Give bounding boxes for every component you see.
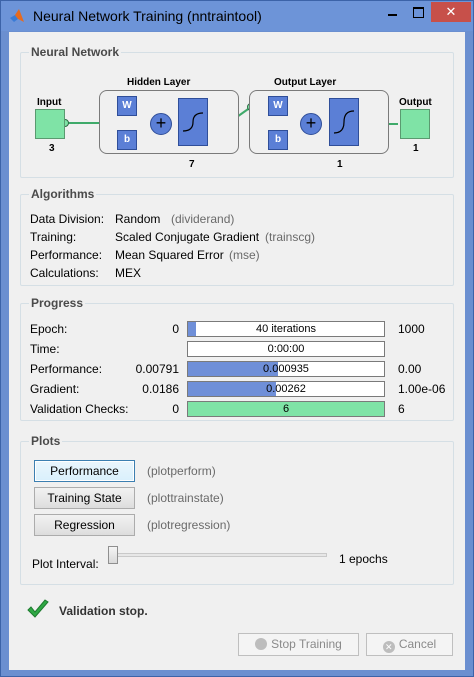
input-size: 3 (49, 143, 55, 154)
algorithms-group: Algorithms Data Division: Random (divide… (20, 187, 454, 286)
hidden-size: 7 (189, 159, 195, 170)
progress-bar-text: 40 iterations (256, 323, 316, 335)
algorithm-key: Calculations: (30, 266, 99, 280)
minimize-button[interactable] (379, 2, 405, 22)
algorithm-function: (dividerand) (171, 212, 235, 226)
hidden-layer-label: Hidden Layer (127, 77, 191, 88)
stop-training-label: Stop Training (271, 637, 342, 651)
algorithm-key: Training: (30, 230, 77, 244)
progress-bar: 40 iterations (187, 321, 385, 337)
group-label: Progress (29, 296, 86, 310)
nntraintool-window: Neural Network Training (nntraintool) ✕ … (0, 0, 474, 677)
performance-plot-button[interactable]: Performance (34, 460, 135, 482)
progress-key: Time: (30, 342, 60, 356)
progress-bar-text: 0.000935 (263, 363, 309, 375)
output-bias-block: b (268, 130, 288, 150)
algorithm-function: (mse) (229, 248, 260, 262)
algorithm-value: MEX (115, 266, 142, 280)
output-size: 1 (413, 143, 419, 154)
sigmoid-icon (182, 112, 204, 132)
progress-start: 0.0186 (142, 382, 179, 396)
plot-interval-value: 1 epochs (339, 552, 388, 566)
progress-start: 0 (172, 322, 179, 336)
stop-training-button[interactable]: Stop Training (238, 633, 359, 656)
plot-function: (plotregression) (147, 518, 231, 532)
progress-end: 6 (398, 402, 405, 416)
plot-function: (plotperform) (147, 464, 216, 478)
algorithm-key: Performance: (30, 248, 103, 262)
output-weight-block: W (268, 96, 288, 116)
progress-start: 0 (172, 402, 179, 416)
input-block (35, 109, 65, 139)
cancel-button[interactable]: ✕ Cancel (366, 633, 453, 656)
title-bar[interactable]: Neural Network Training (nntraintool) ✕ (1, 1, 473, 31)
training-state-plot-button[interactable]: Training State (34, 487, 135, 509)
plot-interval-slider[interactable] (111, 553, 327, 557)
close-button[interactable]: ✕ (431, 2, 471, 22)
progress-bar-text: 6 (282, 403, 290, 415)
checkmark-icon (27, 599, 49, 618)
matlab-icon (10, 9, 24, 22)
progress-key: Validation Checks: (30, 402, 129, 416)
linear-icon (333, 110, 355, 134)
output-label: Output (399, 97, 432, 108)
regression-plot-button[interactable]: Regression (34, 514, 135, 536)
algorithm-value: Scaled Conjugate Gradient (115, 230, 260, 244)
progress-key: Epoch: (30, 322, 68, 336)
hidden-weight-block: W (117, 96, 137, 116)
algorithm-value: Mean Squared Error (115, 248, 224, 262)
output-layer-size: 1 (337, 159, 343, 170)
cancel-icon: ✕ (382, 641, 395, 653)
algorithm-value: Random (115, 212, 161, 226)
progress-end: 0.00 (398, 362, 422, 376)
progress-bar: 0.000935 (187, 361, 385, 377)
cancel-label: Cancel (398, 637, 437, 651)
progress-group: Progress Epoch: 0 40 iterations 1000 Time: 0:… (20, 296, 454, 421)
plots-group: Plots Performance (plotperform) Training… (20, 434, 454, 585)
group-label: Plots (29, 434, 63, 448)
algorithm-function: (trainscg) (265, 230, 316, 244)
plot-function: (plottrainstate) (147, 491, 224, 505)
hidden-transfer-function (178, 98, 208, 146)
status-message: Validation stop. (59, 604, 148, 618)
progress-key: Gradient: (30, 382, 80, 396)
plot-interval-label: Plot Interval: (32, 557, 99, 571)
progress-bar-text: 0.00262 (266, 383, 306, 395)
input-label: Input (37, 97, 62, 108)
output-block (400, 109, 430, 139)
progress-key: Performance: (30, 362, 103, 376)
group-label: Algorithms (29, 187, 97, 201)
neural-network-group: Neural Network Input 3 Hidden Layer W b … (20, 45, 454, 178)
hidden-bias-block: b (117, 130, 137, 150)
algorithm-key: Data Division: (30, 212, 105, 226)
progress-start: 0.00791 (135, 362, 179, 376)
progress-bar-text: 0:00:00 (267, 343, 305, 355)
progress-end: 1.00e-06 (398, 382, 446, 396)
progress-bar: 0.00262 (187, 381, 385, 397)
plot-interval-thumb[interactable] (108, 546, 118, 564)
stop-icon (255, 638, 268, 650)
hidden-sum-node: + (150, 113, 172, 135)
progress-bar: 0:00:00 (187, 341, 385, 357)
maximize-button[interactable] (405, 2, 431, 22)
progress-end: 1000 (398, 322, 425, 336)
output-layer-label: Output Layer (274, 77, 337, 88)
output-transfer-function (329, 98, 359, 146)
progress-bar: 6 (187, 401, 385, 417)
output-sum-node: + (300, 113, 322, 135)
client-area: Neural Network Input 3 Hidden Layer W b … (9, 32, 465, 670)
window-title: Neural Network Training (nntraintool) (33, 8, 262, 24)
